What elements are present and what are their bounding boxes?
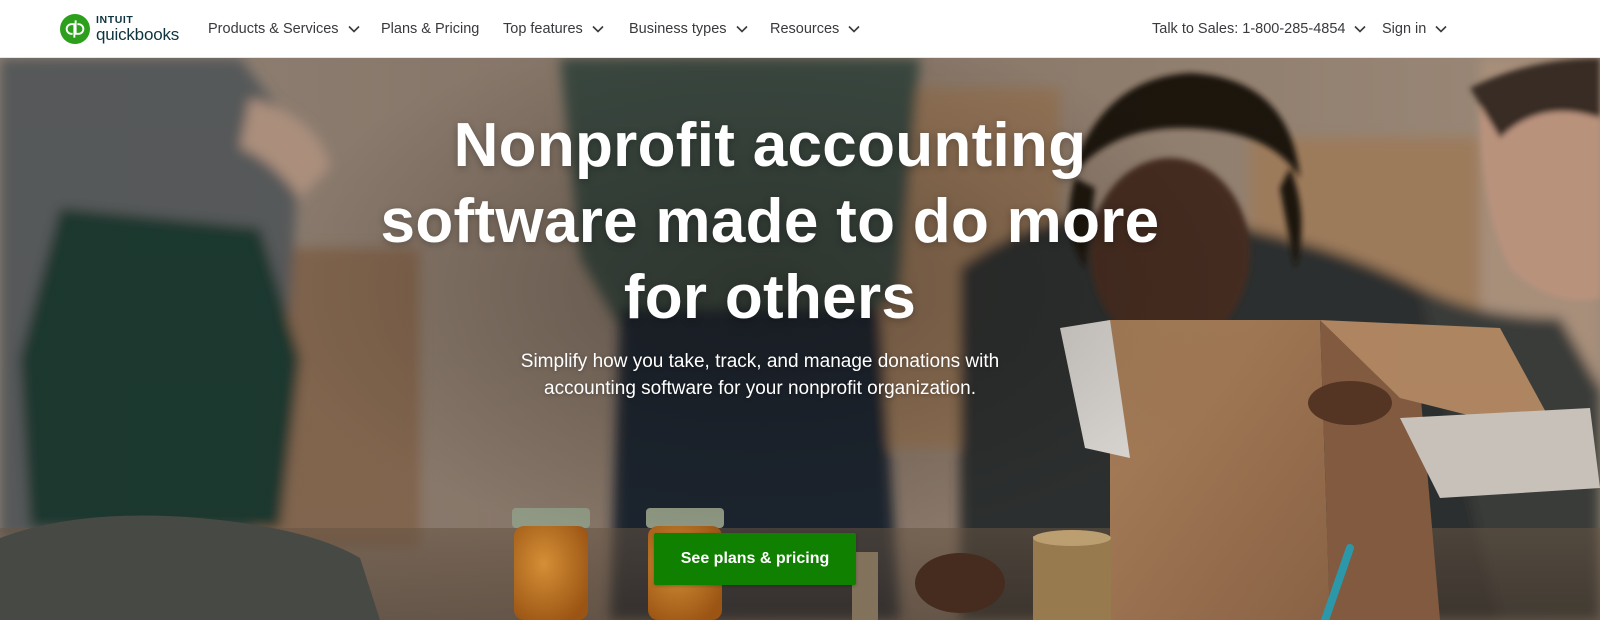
chevron-down-icon: [592, 25, 604, 33]
nav-talk-to-sales[interactable]: Talk to Sales: 1-800-285-4854: [1152, 0, 1367, 57]
chevron-down-icon: [848, 25, 860, 33]
nav-products-services[interactable]: Products & Services: [208, 0, 360, 57]
sign-in-label: Sign in: [1382, 20, 1427, 37]
nav-item-label: Products & Services: [208, 20, 339, 37]
hero-section: Nonprofit accounting software made to do…: [0, 58, 1600, 620]
hero-subheadline: Simplify how you take, track, and manage…: [520, 351, 1000, 399]
chevron-down-icon: [1435, 25, 1447, 33]
see-plans-pricing-button[interactable]: See plans & pricing: [654, 533, 856, 585]
nav-resources[interactable]: Resources: [770, 0, 860, 57]
logo-wordmark: INTUIT quickbooks: [96, 15, 179, 44]
chevron-down-icon: [735, 25, 748, 33]
nav-top-features[interactable]: Top features: [503, 0, 604, 57]
nav-sign-in[interactable]: Sign in: [1382, 0, 1447, 57]
chevron-down-icon: [347, 25, 360, 33]
logo-intuit-text: INTUIT: [96, 13, 134, 26]
nav-business-types[interactable]: Business types: [629, 0, 748, 57]
nav-plans-pricing[interactable]: Plans & Pricing: [381, 0, 479, 57]
chevron-down-icon: [1354, 25, 1367, 33]
hero-headline: Nonprofit accounting software made to do…: [380, 111, 1160, 332]
top-navigation: INTUIT quickbooks Products & Services Pl…: [0, 0, 1600, 58]
nav-item-label: Plans & Pricing: [381, 20, 480, 37]
nav-item-label: Business types: [629, 20, 727, 37]
logo-quickbooks-text: quickbooks: [96, 25, 180, 45]
quickbooks-logo[interactable]: INTUIT quickbooks: [60, 12, 179, 46]
nav-item-label: Resources: [770, 20, 840, 37]
quickbooks-logo-icon: [60, 14, 90, 44]
sales-phone-label: Talk to Sales: 1-800-285-4854: [1152, 20, 1346, 37]
nav-item-label: Top features: [503, 20, 583, 37]
